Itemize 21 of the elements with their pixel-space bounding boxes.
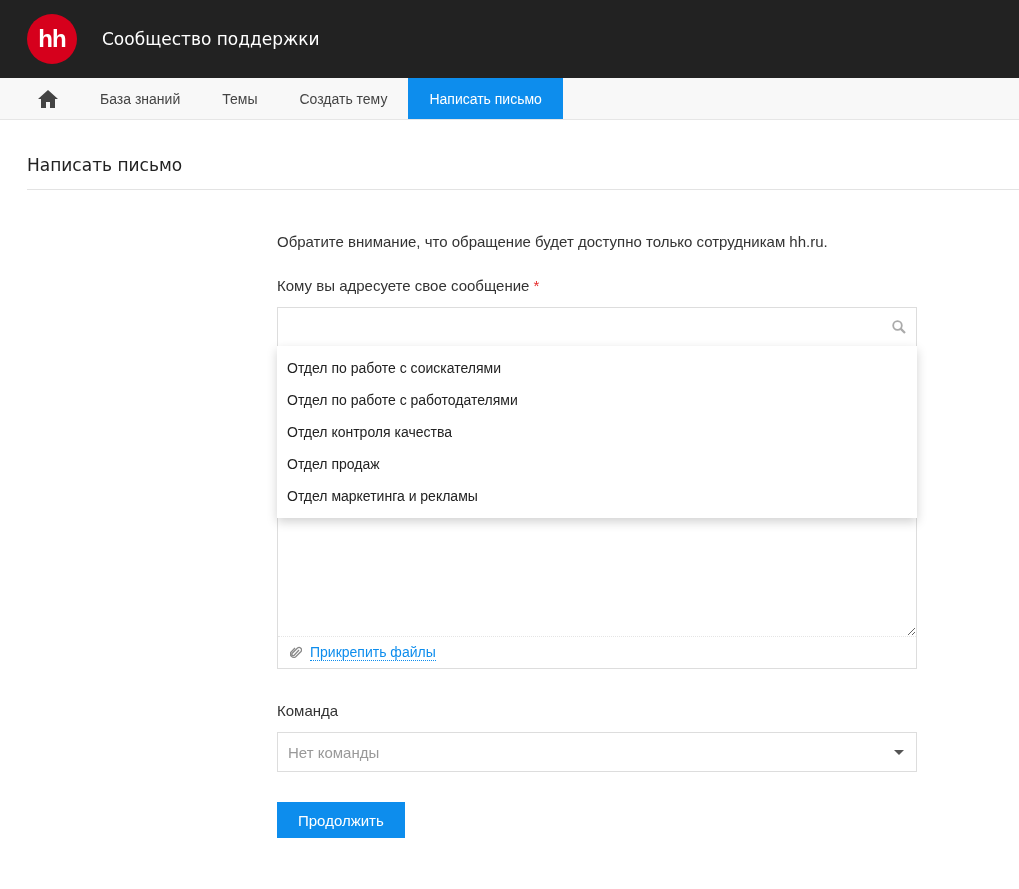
search-icon [892,320,906,334]
field-label: Команда [277,702,339,720]
dropdown-option[interactable]: Отдел по работе с соискателями [277,352,917,384]
site-title: Сообщество поддержки [102,29,320,49]
home-icon [38,89,58,108]
nav-tab[interactable]: База знаний [79,78,202,119]
recipient-search-field[interactable] [277,307,917,346]
dropdown-option[interactable]: Отдел по работе с работодателями [277,384,917,416]
page-title: Написать письмо [27,120,1019,190]
notice-text: Обратите внимание, что обращение будет доступно только сотрудникам hh.ru. [277,232,829,252]
caret-icon [894,749,904,755]
logo[interactable]: hh [27,14,77,64]
dropdown-option[interactable]: Отдел контроля качества [277,416,917,448]
attach-files-link[interactable]: Прикрепить файлы [310,644,436,661]
paperclip-icon [290,646,302,659]
nav-tab[interactable]: Темы [201,78,279,119]
dropdown-option[interactable]: Отдел продаж [277,448,917,480]
required-mark: * [533,277,540,295]
nav-tab[interactable]: Создать тему [278,78,409,119]
dropdown-option[interactable]: Отдел маркетинга и рекламы [277,480,917,512]
field-label: Кому вы адресуете свое сообщение [277,277,530,295]
